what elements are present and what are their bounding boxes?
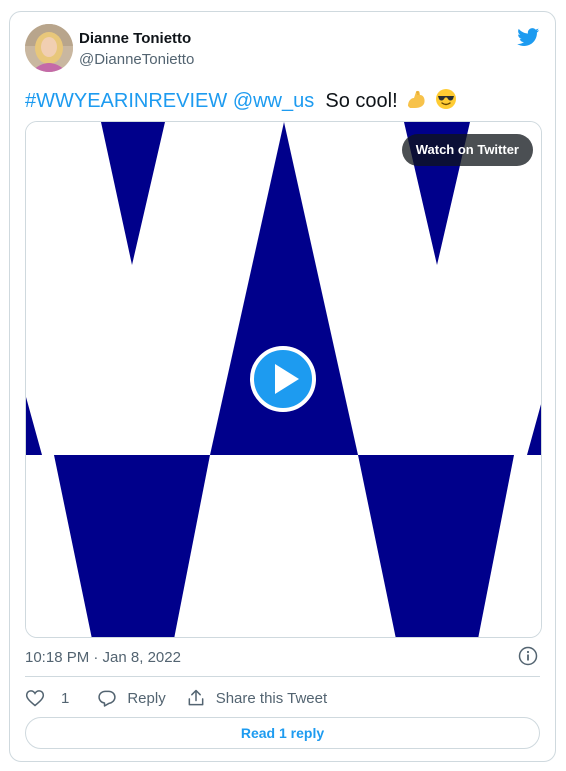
tweet-body-text: So cool! — [325, 90, 398, 112]
author-handle[interactable]: @DianneTonietto — [79, 51, 194, 68]
share-label: Share this Tweet — [215, 689, 328, 707]
tweet-text: #WWYEARINREVIEW @ww_us So cool! — [25, 88, 457, 113]
share-button[interactable]: Share this Tweet — [186, 688, 327, 708]
divider — [25, 676, 540, 677]
hashtag-link[interactable]: #WWYEARINREVIEW — [25, 90, 227, 112]
share-icon — [188, 689, 204, 706]
smiling-face-with-sunglasses-emoji — [435, 89, 456, 109]
like-button[interactable]: 1 — [25, 688, 69, 708]
action-bar: 1 Reply Share this Tweet — [25, 686, 327, 710]
read-replies-button[interactable]: Read 1 reply — [25, 717, 540, 749]
mention-link[interactable]: @ww_us — [233, 90, 314, 112]
play-icon[interactable] — [250, 346, 316, 412]
like-count: 1 — [61, 689, 70, 707]
avatar-image — [25, 24, 73, 72]
reply-button[interactable]: Reply — [97, 688, 166, 708]
watch-on-twitter-button[interactable]: Watch on Twitter — [401, 134, 533, 166]
twitter-bird-icon[interactable] — [516, 26, 541, 48]
tweet-card: Dianne Tonietto @DianneTonietto #WWYEARI… — [9, 11, 556, 762]
heart-icon — [25, 690, 45, 707]
video-media[interactable]: Watch on Twitter — [25, 121, 542, 638]
tweet-timestamp[interactable]: 10:18 PM · Jan 8, 2022 — [25, 649, 181, 666]
flexed-biceps-emoji — [408, 90, 425, 108]
reply-label: Reply — [127, 689, 166, 707]
avatar[interactable] — [25, 24, 73, 72]
reply-icon — [98, 690, 117, 707]
info-icon[interactable] — [518, 646, 538, 666]
author-name[interactable]: Dianne Tonietto — [79, 30, 191, 47]
